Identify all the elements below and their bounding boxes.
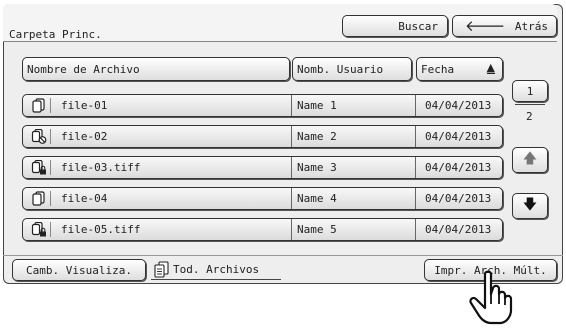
column-divider [415,95,416,116]
column-divider [291,219,292,240]
back-button-label: Atrás [514,19,548,33]
column-divider [291,95,292,116]
document-prohibited-icon [31,129,47,144]
file-user: Name 4 [297,192,337,205]
page-current-button[interactable]: 1 [512,80,548,102]
scroll-down-button[interactable]: 🡇 [512,193,548,219]
change-view-button[interactable]: Camb. Visualiza. [12,259,146,281]
column-divider [291,157,292,178]
file-date: 04/04/2013 [425,161,492,174]
footer-divider [3,255,563,256]
file-user: Name 1 [297,99,337,112]
change-view-label: Camb. Visualiza. [26,263,132,277]
file-user: Name 3 [297,161,337,174]
column-header-filename-label: Nombre de Archivo [27,62,140,76]
arrow-up-icon: 🡅 [522,151,538,167]
table-row[interactable]: file-02 Name 2 04/04/2013 [22,125,503,148]
page-current: 1 [526,84,534,98]
file-name: file-04 [61,192,108,205]
column-divider [291,188,292,209]
document-copy-icon [32,98,45,113]
folder-title: Carpeta Princ. [9,28,102,41]
file-date: 04/04/2013 [425,192,492,205]
document-locked-icon [31,222,46,237]
table-row[interactable]: file-03.tiff Name 3 04/04/2013 [22,156,503,179]
file-name: file-03.tiff [61,161,141,174]
document-copy-icon [32,191,45,206]
column-header-username-label: Nomb. Usuario [297,62,384,76]
column-divider [415,126,416,147]
column-divider [415,219,416,240]
file-name: file-05.tiff [61,223,141,236]
file-user: Name 2 [297,130,337,143]
documents-stack-icon [154,261,169,278]
back-button[interactable]: 🡐 Atrás [452,15,557,37]
page-total: 2 [526,110,533,123]
column-header-date-label: Fecha [421,62,455,76]
file-date: 04/04/2013 [425,130,492,143]
column-divider [415,188,416,209]
sort-ascending-icon: ▲ [486,61,495,74]
document-locked-icon [31,160,46,175]
column-divider [415,157,416,178]
file-user: Name 5 [297,223,337,236]
arrow-down-icon: 🡇 [522,197,538,213]
row-divider [50,191,51,206]
all-files-label: Tod. Archivos [173,263,260,276]
scroll-up-button[interactable]: 🡅 [512,147,548,173]
pointing-hand-icon [469,270,513,325]
file-date: 04/04/2013 [425,223,492,236]
file-name: file-02 [61,130,108,143]
row-divider [50,98,51,113]
column-header-filename[interactable]: Nombre de Archivo [22,57,290,81]
page-divider [515,104,545,105]
file-name: file-01 [61,99,108,112]
table-row[interactable]: file-04 Name 4 04/04/2013 [22,187,503,210]
column-header-date[interactable]: Fecha ▲ [416,57,503,81]
back-arrow-icon: 🡐 [465,17,506,35]
row-divider [50,160,51,175]
row-divider [50,222,51,237]
table-row[interactable]: file-05.tiff Name 5 04/04/2013 [22,218,503,241]
column-header-username[interactable]: Nomb. Usuario [292,57,412,81]
search-button[interactable]: Buscar [342,15,448,37]
file-date: 04/04/2013 [425,99,492,112]
all-files-selector[interactable]: Tod. Archivos [151,260,281,280]
column-divider [291,126,292,147]
search-button-label: Buscar [398,19,438,33]
row-divider [50,129,51,144]
table-row[interactable]: file-01 Name 1 04/04/2013 [22,94,503,117]
